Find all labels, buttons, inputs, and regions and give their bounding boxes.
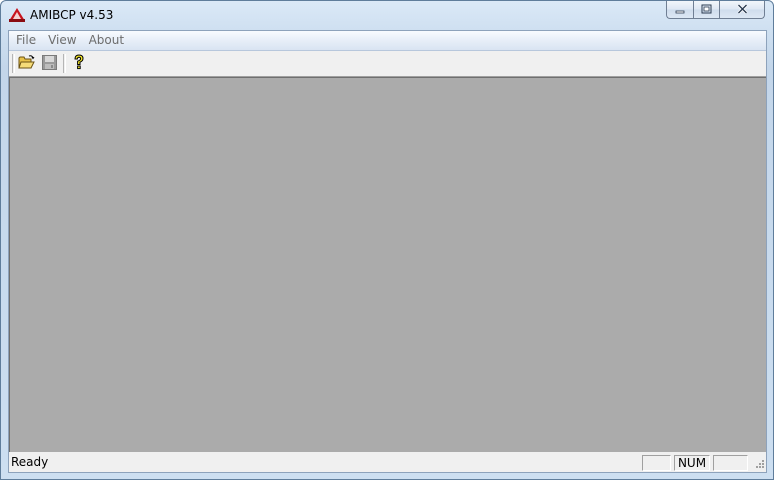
toolbar-grip[interactable] <box>12 54 15 73</box>
mdi-workspace[interactable] <box>9 77 766 452</box>
minimize-icon <box>675 3 685 17</box>
toolbar <box>9 51 766 77</box>
toolbar-separator <box>63 54 66 73</box>
open-button[interactable] <box>16 54 36 73</box>
app-window: AMIBCP v4.53 File View About Ready NUM <box>0 0 774 480</box>
open-folder-icon <box>17 55 35 72</box>
window-title: AMIBCP v4.53 <box>30 8 114 22</box>
menu-bar: File View About <box>9 31 766 51</box>
help-button[interactable] <box>69 54 89 73</box>
status-bar: Ready NUM <box>9 453 766 472</box>
restore-button[interactable] <box>693 1 719 19</box>
client-area: File View About Ready NUM <box>8 30 767 473</box>
close-button[interactable] <box>719 1 765 19</box>
menu-view[interactable]: View <box>42 32 82 49</box>
close-icon <box>736 3 748 17</box>
minimize-button[interactable] <box>666 1 693 19</box>
ami-logo-icon[interactable] <box>9 8 25 22</box>
menu-file[interactable]: File <box>9 32 42 49</box>
resize-grip-icon[interactable] <box>753 459 765 471</box>
status-pane-caps <box>642 455 671 471</box>
title-bar[interactable]: AMIBCP v4.53 <box>1 1 773 30</box>
save-icon <box>41 54 57 73</box>
status-pane-scroll <box>713 455 748 471</box>
status-pane-num: NUM <box>674 455 710 471</box>
save-button[interactable] <box>39 54 59 73</box>
caption-buttons <box>666 1 765 20</box>
status-text: Ready <box>11 455 49 469</box>
help-icon <box>73 54 85 73</box>
restore-icon <box>701 3 712 17</box>
menu-about[interactable]: About <box>83 32 130 49</box>
